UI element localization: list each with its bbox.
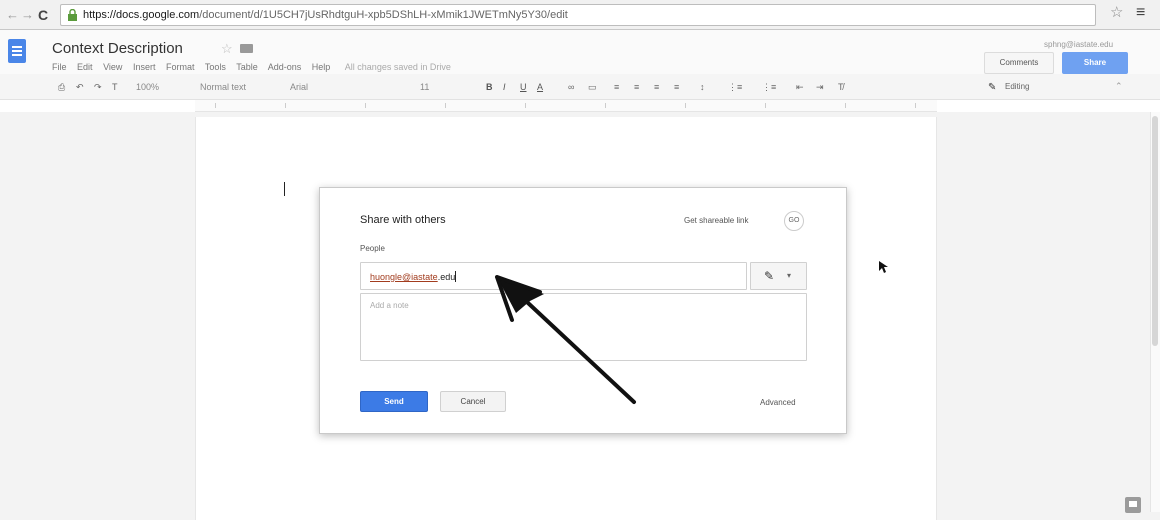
- people-input[interactable]: huongle@iastate.edu: [360, 262, 747, 290]
- undo-icon[interactable]: ↶: [76, 81, 84, 93]
- underline-icon[interactable]: U: [520, 81, 527, 93]
- permission-dropdown[interactable]: ✎ ▾: [750, 262, 807, 290]
- reload-icon[interactable]: C: [38, 7, 48, 23]
- clear-formatting-icon[interactable]: T̸: [838, 81, 844, 93]
- bold-icon[interactable]: B: [486, 81, 493, 93]
- bulleted-list-icon[interactable]: ⋮≡: [762, 81, 776, 93]
- advanced-link[interactable]: Advanced: [760, 398, 796, 407]
- shareable-link-label[interactable]: Get shareable link: [684, 216, 748, 225]
- text-color-icon[interactable]: A: [537, 81, 543, 93]
- redo-icon[interactable]: ↷: [94, 81, 102, 93]
- menu-table[interactable]: Table: [236, 62, 258, 72]
- note-textarea[interactable]: Add a note: [360, 293, 807, 361]
- pencil-icon: ✎: [764, 269, 775, 283]
- share-dialog: Share with others Get shareable link GO …: [319, 187, 847, 434]
- paint-format-icon[interactable]: T: [112, 81, 118, 93]
- menu-addons[interactable]: Add-ons: [268, 62, 302, 72]
- italic-icon[interactable]: I: [503, 81, 506, 93]
- folder-icon[interactable]: [240, 44, 253, 53]
- link-icon[interactable]: ∞: [568, 81, 574, 93]
- menu-file[interactable]: File: [52, 62, 67, 72]
- text-cursor: [284, 182, 285, 196]
- send-button[interactable]: Send: [360, 391, 428, 412]
- menu-view[interactable]: View: [103, 62, 122, 72]
- chevron-down-icon: ▾: [787, 271, 792, 280]
- comment-icon[interactable]: ▭: [588, 81, 597, 93]
- address-bar[interactable]: https://docs.google.com/document/d/1U5CH…: [60, 4, 1096, 26]
- docs-menubar: File Edit View Insert Format Tools Table…: [52, 62, 459, 72]
- justify-icon[interactable]: ≡: [674, 81, 679, 93]
- dialog-title: Share with others: [360, 214, 446, 226]
- comments-button[interactable]: Comments: [984, 52, 1054, 74]
- menu-tools[interactable]: Tools: [205, 62, 226, 72]
- forward-arrow-icon[interactable]: →: [21, 7, 34, 23]
- font-size-select[interactable]: 11: [420, 81, 429, 93]
- people-input-value: huongle@iastate.edu: [370, 271, 457, 282]
- url-text: https://docs.google.com/document/d/1U5CH…: [83, 9, 568, 21]
- font-select[interactable]: Arial: [290, 81, 308, 93]
- line-spacing-icon[interactable]: ↕: [700, 81, 705, 93]
- note-placeholder: Add a note: [370, 301, 409, 310]
- people-label: People: [360, 244, 385, 253]
- cancel-button[interactable]: Cancel: [440, 391, 506, 412]
- align-right-icon[interactable]: ≡: [654, 81, 659, 93]
- share-button[interactable]: Share: [1062, 52, 1128, 74]
- menu-format[interactable]: Format: [166, 62, 195, 72]
- browser-menu-icon[interactable]: ≡: [1136, 5, 1145, 21]
- document-title[interactable]: Context Description: [52, 40, 183, 57]
- docs-logo-icon[interactable]: [8, 39, 26, 63]
- menu-help[interactable]: Help: [312, 62, 331, 72]
- print-icon[interactable]: ⎙: [58, 81, 65, 93]
- formatting-toolbar: ⎙ ↶ ↷ T 100% Normal text Arial 11 B I U …: [0, 74, 1160, 100]
- menu-edit[interactable]: Edit: [77, 62, 93, 72]
- ruler[interactable]: [195, 100, 937, 112]
- back-arrow-icon[interactable]: ←: [6, 7, 19, 23]
- style-select[interactable]: Normal text: [200, 81, 246, 93]
- collapse-menu-icon[interactable]: ⌃: [1115, 81, 1123, 92]
- chat-icon[interactable]: [1125, 497, 1141, 513]
- shareable-link-icon[interactable]: GO: [784, 211, 804, 231]
- align-center-icon[interactable]: ≡: [634, 81, 639, 93]
- mouse-pointer-icon: [879, 261, 888, 273]
- account-email[interactable]: sphng@iastate.edu: [1044, 40, 1113, 49]
- decrease-indent-icon[interactable]: ⇤: [796, 81, 804, 93]
- editing-mode-select[interactable]: Editing: [1005, 82, 1029, 91]
- browser-toolbar: ← → C https://docs.google.com/document/d…: [0, 0, 1160, 30]
- scrollbar-thumb[interactable]: [1152, 116, 1158, 346]
- increase-indent-icon[interactable]: ⇥: [816, 81, 824, 93]
- align-left-icon[interactable]: ≡: [614, 81, 619, 93]
- docs-header: Context Description ☆ File Edit View Ins…: [0, 30, 1160, 74]
- bookmark-star-icon[interactable]: ☆: [1110, 5, 1123, 21]
- numbered-list-icon[interactable]: ⋮≡: [728, 81, 742, 93]
- lock-icon: [68, 9, 77, 21]
- star-document-icon[interactable]: ☆: [221, 41, 233, 57]
- zoom-select[interactable]: 100%: [136, 81, 159, 93]
- editing-pencil-icon[interactable]: ✎: [988, 82, 996, 93]
- save-status: All changes saved in Drive: [344, 62, 451, 72]
- menu-insert[interactable]: Insert: [133, 62, 156, 72]
